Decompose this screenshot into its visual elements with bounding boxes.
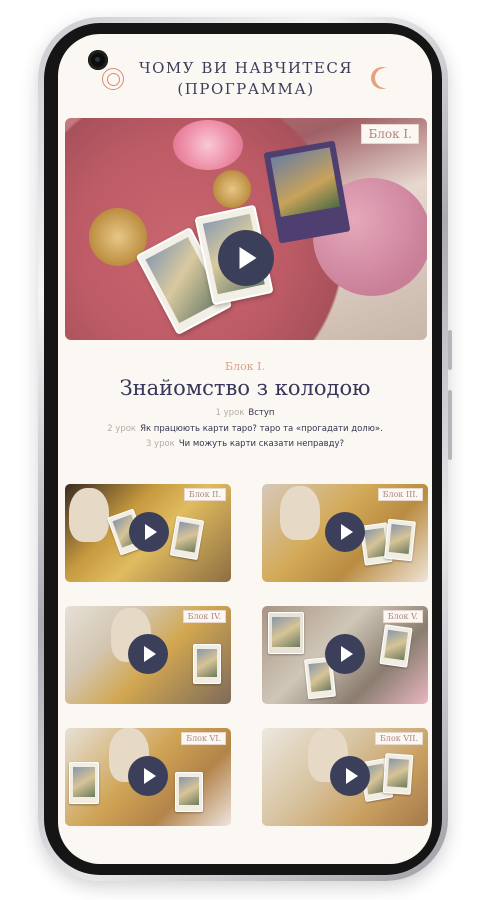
lesson-number: 3 урок (145, 439, 175, 449)
flower-decoration (173, 120, 243, 170)
lesson-item[interactable]: 3 урок Чи можуть карти сказати неправду? (58, 439, 432, 449)
tarot-booklet (263, 140, 351, 244)
block-label: Блок I. (225, 360, 265, 373)
block-title: Знайомство з колодою (119, 376, 371, 400)
brand-logo-icon[interactable] (102, 68, 124, 90)
moon-icon[interactable] (371, 67, 395, 89)
screen: ЧОМУ ВИ НАВЧИТЕСЯ (ПРОГРАММА) Блок I. Бл… (58, 34, 432, 864)
block-badge: Блок II. (183, 488, 226, 501)
block-badge: Блок V. (382, 610, 423, 623)
vase-decoration (69, 488, 109, 542)
play-button[interactable] (128, 634, 168, 674)
block-badge: Блок I. (361, 124, 419, 144)
tarot-card (383, 518, 417, 562)
play-button[interactable] (129, 512, 169, 552)
play-button[interactable] (330, 756, 370, 796)
tarot-card (193, 644, 221, 684)
block-badge: Блок III. (377, 488, 423, 501)
volume-button (448, 330, 452, 370)
video-thumbnail-block-7[interactable]: Блок VII. (262, 728, 428, 826)
tarot-box (69, 762, 99, 804)
tarot-card (175, 772, 203, 812)
hero-video[interactable]: Блок I. (65, 118, 427, 340)
lesson-title: Вступ (248, 408, 275, 418)
front-camera (88, 50, 108, 70)
video-thumbnail-block-2[interactable]: Блок II. (65, 484, 231, 582)
block-badge: Блок IV. (182, 610, 226, 623)
block-badge: Блок VI. (181, 732, 226, 745)
play-button[interactable] (325, 512, 365, 552)
lesson-item[interactable]: 2 урок Як працюють карти таро? таро та «п… (58, 424, 432, 434)
tarot-card (382, 753, 414, 795)
tarot-box (268, 612, 304, 654)
power-button (448, 390, 452, 460)
tarot-card (379, 624, 413, 668)
block-badge: Блок VII. (375, 732, 423, 745)
vase-decoration (280, 486, 320, 540)
lesson-title: Як працюють карти таро? таро та «прогада… (140, 424, 383, 434)
video-thumbnail-block-4[interactable]: Блок IV. (65, 606, 231, 704)
lesson-number: 2 урок (107, 424, 137, 434)
play-button[interactable] (128, 756, 168, 796)
lesson-item[interactable]: 1 урок Вступ (58, 408, 432, 418)
play-button[interactable] (325, 634, 365, 674)
brass-candleholder (213, 170, 251, 208)
tarot-card (169, 515, 205, 561)
video-thumbnail-block-3[interactable]: Блок III. (262, 484, 428, 582)
video-thumbnail-block-6[interactable]: Блок VI. (65, 728, 231, 826)
lesson-number: 1 урок (215, 408, 245, 418)
page-title: ЧОМУ ВИ НАВЧИТЕСЯ (ПРОГРАММА) (139, 59, 353, 98)
lesson-title: Чи можуть карти сказати неправду? (178, 439, 345, 449)
play-button[interactable] (218, 230, 274, 286)
video-thumbnail-block-5[interactable]: Блок V. (262, 606, 428, 704)
